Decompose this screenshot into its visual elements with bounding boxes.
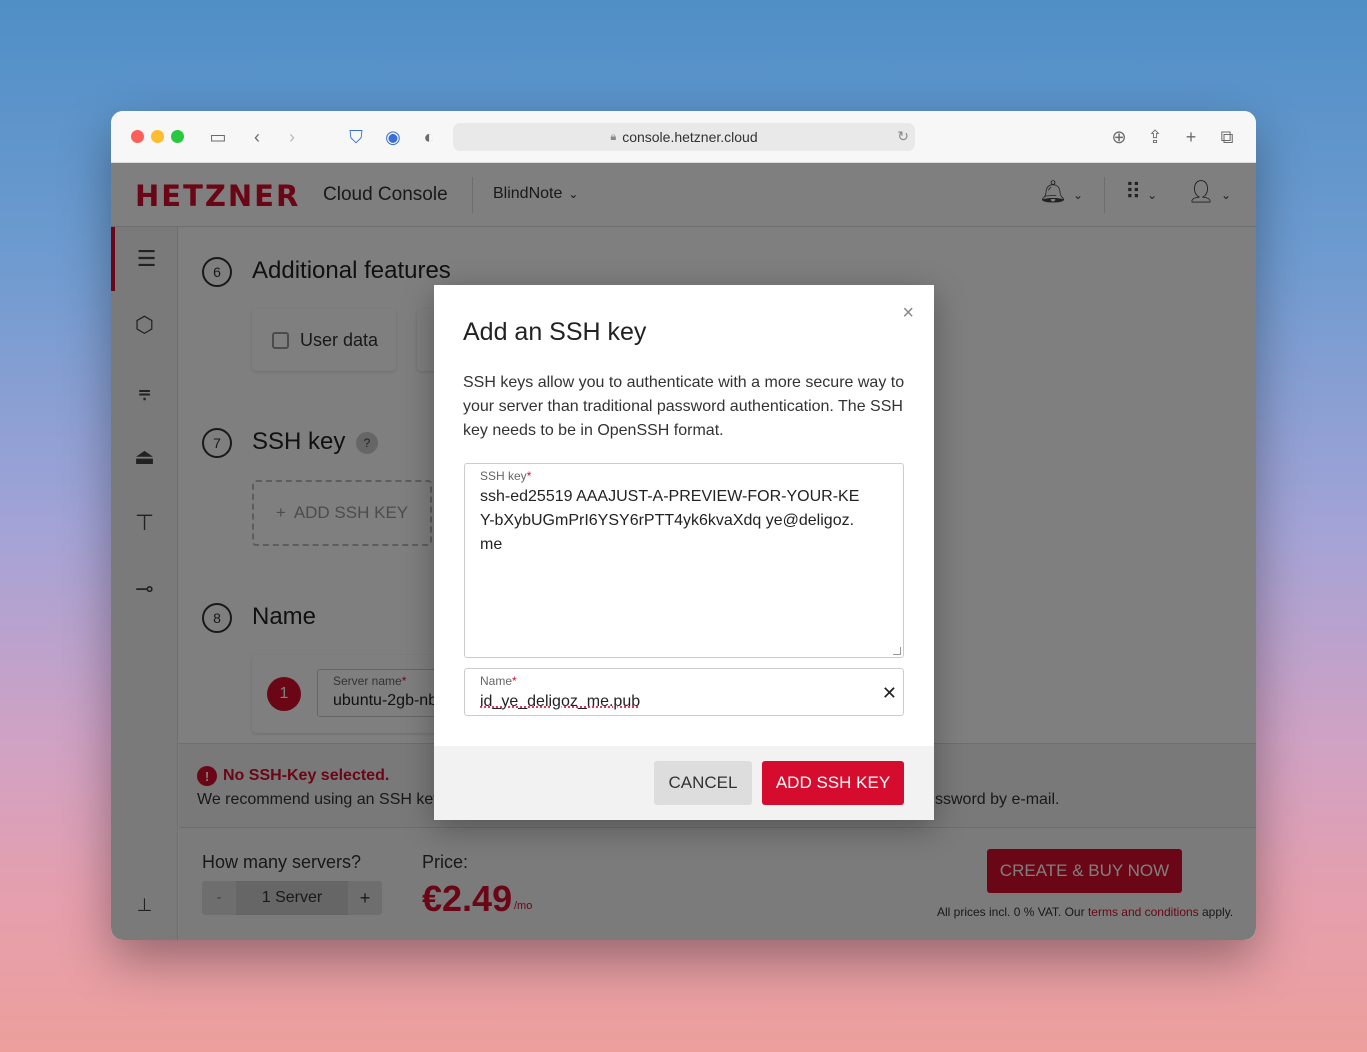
password-manager-icon[interactable]: ◉	[381, 125, 405, 149]
dialog-footer: CANCEL ADD SSH KEY	[434, 746, 934, 820]
name-value: id_ye_deligoz_me.pub	[480, 693, 641, 710]
new-tab-icon[interactable]: +	[1179, 125, 1203, 149]
lock-icon: 🔒︎	[610, 130, 617, 143]
minimize-window-button[interactable]	[151, 130, 164, 143]
ssh-key-label: SSH key*	[480, 469, 532, 483]
maximize-window-button[interactable]	[171, 130, 184, 143]
cancel-button[interactable]: CANCEL	[654, 761, 752, 805]
close-icon[interactable]: ×	[902, 302, 914, 325]
back-icon[interactable]: ‹	[245, 125, 269, 149]
ssh-key-textarea[interactable]: SSH key* ssh-ed25519 AAAJUST-A-PREVIEW-F…	[464, 463, 904, 658]
browser-toolbar: ▭ ‹ › ⛉ ◉ ◐ 🔒︎ console.hetzner.cloud ↻ ⊕…	[111, 111, 1256, 163]
dialog-title: Add an SSH key	[463, 318, 647, 346]
clear-input-icon[interactable]: ✕	[882, 683, 897, 704]
name-input[interactable]: Name* id_ye_deligoz_me.pub ✕	[464, 668, 904, 716]
name-label: Name*	[480, 674, 517, 688]
reload-icon[interactable]: ↻	[897, 128, 909, 145]
download-icon[interactable]: ⊕	[1107, 125, 1131, 149]
add-ssh-key-button[interactable]: ADD SSH KEY	[762, 761, 904, 805]
forward-icon[interactable]: ›	[280, 125, 304, 149]
resize-handle[interactable]	[893, 647, 901, 655]
privacy-shield-icon[interactable]: ◐	[417, 125, 441, 149]
ssh-key-value: ssh-ed25519 AAAJUST-A-PREVIEW-FOR-YOUR-K…	[480, 488, 860, 553]
add-ssh-key-dialog: × Add an SSH key SSH keys allow you to a…	[434, 285, 934, 820]
shield-extension-icon[interactable]: ⛉	[344, 125, 368, 149]
sidebar-toggle-icon[interactable]: ▭	[206, 125, 230, 149]
close-window-button[interactable]	[131, 130, 144, 143]
url-text: console.hetzner.cloud	[622, 129, 758, 145]
dialog-description: SSH keys allow you to authenticate with …	[463, 374, 905, 439]
address-bar[interactable]: 🔒︎ console.hetzner.cloud ↻	[453, 123, 915, 151]
share-icon[interactable]: ⇪	[1143, 125, 1167, 149]
tab-overview-icon[interactable]: ⧉	[1215, 125, 1239, 149]
